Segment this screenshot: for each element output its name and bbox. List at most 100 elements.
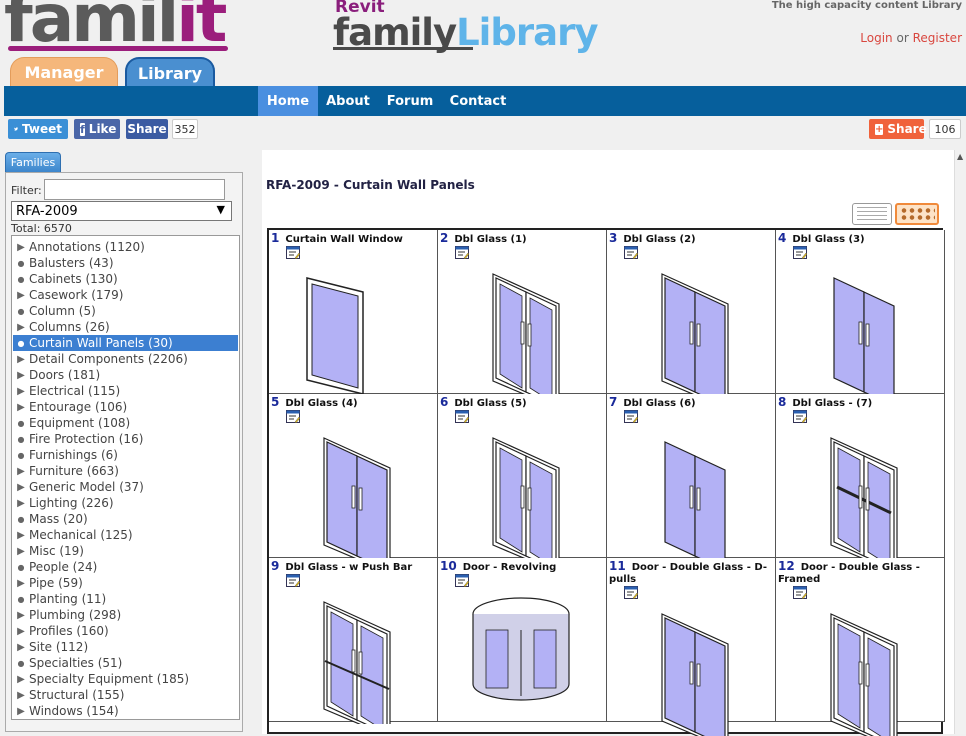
tree-item[interactable]: ▶ Pipe (59) [13, 575, 238, 591]
family-card-title[interactable]: 2 Dbl Glass (1) [440, 232, 604, 246]
expand-arrow-icon[interactable]: ▶ [13, 546, 29, 557]
expand-arrow-icon[interactable]: ▶ [13, 370, 29, 381]
family-card[interactable]: 12 Door - Double Glass - Framed [776, 558, 945, 736]
nav-home[interactable]: Home [258, 86, 318, 116]
tree-item[interactable]: ▶ Columns (26) [13, 319, 238, 335]
expand-arrow-icon[interactable]: ▶ [13, 466, 29, 477]
expand-arrow-icon[interactable]: ▶ [13, 402, 29, 413]
family-preview-image[interactable] [784, 596, 934, 736]
family-card[interactable]: 3 Dbl Glass (2) [607, 230, 776, 396]
expand-arrow-icon[interactable]: ▶ [13, 354, 29, 365]
family-card-title[interactable]: 11 Door - Double Glass - D-pulls [609, 560, 773, 586]
expand-arrow-icon[interactable]: ▶ [13, 626, 29, 637]
expand-arrow-icon[interactable]: ▶ [13, 674, 29, 685]
family-card[interactable]: 7 Dbl Glass (6) [607, 394, 776, 560]
family-preview-image[interactable] [784, 256, 934, 396]
family-preview-image[interactable] [277, 420, 427, 560]
tree-item[interactable]: ▶ Lighting (226) [13, 495, 238, 511]
grid-view-toggle[interactable] [895, 203, 939, 225]
family-card[interactable]: 11 Door - Double Glass - D-pulls [607, 558, 776, 736]
family-card[interactable]: 4 Dbl Glass (3) [776, 230, 945, 396]
tab-library[interactable]: Library [125, 57, 215, 87]
tree-item[interactable]: ▶ Plumbing (298) [13, 607, 238, 623]
expand-arrow-icon[interactable]: ▶ [13, 642, 29, 653]
expand-arrow-icon[interactable]: ▶ [13, 482, 29, 493]
family-card-title[interactable]: 8 Dbl Glass - (7) [778, 396, 942, 410]
family-preview-image[interactable] [446, 420, 596, 560]
list-view-toggle[interactable] [852, 203, 892, 225]
filter-input[interactable] [44, 179, 225, 200]
family-card[interactable]: 6 Dbl Glass (5) [438, 394, 607, 560]
family-card-title[interactable]: 7 Dbl Glass (6) [609, 396, 773, 410]
tree-item[interactable]: ● Planting (11) [13, 591, 238, 607]
familit-logo[interactable]: familit [4, 0, 227, 52]
tree-item[interactable]: ▶ Electrical (115) [13, 383, 238, 399]
family-preview-image[interactable] [446, 256, 596, 396]
tree-item[interactable]: ▶ Doors (181) [13, 367, 238, 383]
facebook-like-button[interactable]: f Like [74, 119, 120, 139]
nav-contact[interactable]: Contact [448, 86, 508, 116]
family-card-title[interactable]: 6 Dbl Glass (5) [440, 396, 604, 410]
family-card[interactable]: 1 Curtain Wall Window [269, 230, 438, 396]
share-button-left[interactable]: Share [126, 119, 168, 139]
expand-arrow-icon[interactable]: ▶ [13, 386, 29, 397]
login-link[interactable]: Login [860, 31, 892, 45]
tree-item[interactable]: ▶ Windows (154) [13, 703, 238, 719]
version-select[interactable]: RFA-2009 ▼ [11, 201, 232, 221]
tree-item[interactable]: ▶ Annotations (1120) [13, 239, 238, 255]
expand-arrow-icon[interactable]: ▶ [13, 322, 29, 333]
expand-arrow-icon[interactable]: ▶ [13, 706, 29, 717]
family-preview-image[interactable] [277, 584, 427, 724]
tree-item[interactable]: ● Mass (20) [13, 511, 238, 527]
family-card-title[interactable]: 5 Dbl Glass (4) [271, 396, 435, 410]
families-tab[interactable]: Families [5, 152, 61, 172]
family-card[interactable]: 9 Dbl Glass - w Push Bar [269, 558, 438, 724]
family-card-title[interactable]: 10 Door - Revolving [440, 560, 604, 574]
family-card[interactable]: 10 Door - Revolving [438, 558, 607, 722]
expand-arrow-icon[interactable]: ▶ [13, 530, 29, 541]
tree-item[interactable]: ▶ Furniture (663) [13, 463, 238, 479]
tree-item[interactable]: ● Fire Protection (16) [13, 431, 238, 447]
tree-item[interactable]: ▶ Casework (179) [13, 287, 238, 303]
tree-item[interactable]: ● Balusters (43) [13, 255, 238, 271]
tree-item[interactable]: ▶ Generic Model (37) [13, 479, 238, 495]
tree-item[interactable]: ● Equipment (108) [13, 415, 238, 431]
family-preview-image[interactable] [615, 256, 765, 396]
tree-item[interactable]: ● Cabinets (130) [13, 271, 238, 287]
tree-item[interactable]: ▶ Structural (155) [13, 687, 238, 703]
tree-item[interactable]: ▶ Specialty Equipment (185) [13, 671, 238, 687]
family-card-title[interactable]: 9 Dbl Glass - w Push Bar [271, 560, 435, 574]
tree-item[interactable]: ● Specialties (51) [13, 655, 238, 671]
family-card[interactable]: 2 Dbl Glass (1) [438, 230, 607, 396]
family-preview-image[interactable] [784, 420, 934, 560]
family-card[interactable]: 8 Dbl Glass - (7) [776, 394, 945, 560]
expand-arrow-icon[interactable]: ▶ [13, 690, 29, 701]
family-preview-image[interactable] [277, 256, 427, 396]
tree-item[interactable]: ▶ Misc (19) [13, 543, 238, 559]
family-card-title[interactable]: 1 Curtain Wall Window [271, 232, 435, 246]
tweet-button[interactable]: Tweet [8, 119, 68, 139]
main-scrollbar[interactable]: ▲ [954, 150, 966, 734]
expand-arrow-icon[interactable]: ▶ [13, 290, 29, 301]
tree-item[interactable]: ▶ Profiles (160) [13, 623, 238, 639]
expand-arrow-icon[interactable]: ▶ [13, 242, 29, 253]
register-link[interactable]: Register [913, 31, 962, 45]
tree-item[interactable]: ▶ Site (112) [13, 639, 238, 655]
nav-about[interactable]: About [320, 86, 376, 116]
tree-item[interactable]: ▶ Detail Components (2206) [13, 351, 238, 367]
family-preview-image[interactable] [446, 584, 596, 724]
tree-item[interactable]: ▶ Entourage (106) [13, 399, 238, 415]
family-card-title[interactable]: 12 Door - Double Glass - Framed [778, 560, 942, 586]
expand-arrow-icon[interactable]: ▶ [13, 610, 29, 621]
family-card[interactable]: 5 Dbl Glass (4) [269, 394, 438, 560]
share-button-right[interactable]: + Share [869, 119, 927, 139]
family-preview-image[interactable] [615, 596, 765, 736]
family-card-title[interactable]: 4 Dbl Glass (3) [778, 232, 942, 246]
tree-item[interactable]: ● Furnishings (6) [13, 447, 238, 463]
family-preview-image[interactable] [615, 420, 765, 560]
family-card-title[interactable]: 3 Dbl Glass (2) [609, 232, 773, 246]
tree-item[interactable]: ● Curtain Wall Panels (30) [13, 335, 238, 351]
tree-item[interactable]: ▶ Mechanical (125) [13, 527, 238, 543]
scroll-up-icon[interactable]: ▲ [957, 152, 963, 161]
expand-arrow-icon[interactable]: ▶ [13, 498, 29, 509]
